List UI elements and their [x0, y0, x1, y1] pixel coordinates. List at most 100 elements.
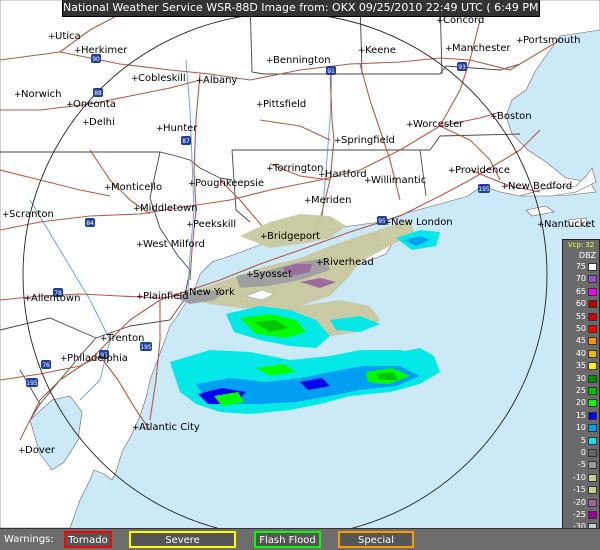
- legend-row: 30: [563, 374, 599, 384]
- legend-value: 5: [580, 435, 586, 445]
- warning-toggle-severe-thunderstorm[interactable]: Severe Thunderstorm: [129, 531, 236, 548]
- legend-value: 0: [580, 448, 586, 457]
- city-name: West Milford: [143, 239, 205, 250]
- city-label: + Springfield: [334, 135, 395, 146]
- legend-row: 50: [563, 324, 599, 334]
- legend-swatch: [588, 411, 597, 420]
- city-name: Atlantic City: [139, 422, 200, 433]
- city-label: + New London: [384, 217, 453, 228]
- legend-value: 35: [575, 361, 586, 371]
- legend-value: 65: [575, 286, 586, 296]
- highway-shield-icon: 195: [478, 184, 490, 193]
- legend-row: -10: [563, 473, 599, 483]
- city-label: + Nantucket: [537, 219, 595, 230]
- legend-row: 40: [563, 349, 599, 359]
- legend-value: 40: [575, 348, 586, 358]
- warnings-label: Warnings:: [4, 534, 54, 545]
- city-label: + Portsmouth: [516, 35, 581, 46]
- city-name: Trenton: [106, 333, 144, 344]
- city-name: Oneonta: [73, 99, 116, 110]
- legend-value: -20: [572, 497, 586, 507]
- city-name: Torrington: [272, 163, 323, 174]
- legend-row: -20: [563, 498, 599, 508]
- svg-text:88: 88: [94, 90, 102, 97]
- city-name: Providence: [455, 165, 510, 176]
- warning-toggle-flash-flood[interactable]: Flash Flood: [254, 531, 321, 548]
- city-label: + Bennington: [266, 55, 331, 66]
- legend-swatch: [588, 436, 597, 445]
- legend-row: -15: [563, 485, 599, 495]
- city-name: Hunter: [163, 123, 198, 134]
- city-label: + New Bedford: [501, 181, 572, 192]
- radar-map[interactable]: 90 88 91 93 87 195 84 95 78 195 76 95 19…: [0, 0, 600, 528]
- legend-swatch: [588, 399, 597, 408]
- legend-row: -25: [563, 510, 599, 520]
- city-name: Peekskill: [193, 219, 236, 230]
- city-label: + Poughkeepsie: [188, 178, 264, 189]
- legend-swatch: [588, 473, 597, 482]
- city-label: + New York: [182, 287, 235, 298]
- legend-swatch: [588, 349, 597, 358]
- svg-text:93: 93: [458, 64, 466, 71]
- city-label: + Boston: [490, 111, 532, 122]
- legend-value: 30: [575, 373, 586, 383]
- legend-swatch: [588, 287, 597, 296]
- city-name: Portsmouth: [523, 35, 581, 46]
- city-name: Poughkeepsie: [195, 178, 264, 189]
- legend-row: 70: [563, 274, 599, 284]
- city-label: + Dover: [18, 445, 56, 456]
- legend-unit: DBZ: [578, 251, 596, 260]
- city-label: + Worcester: [406, 119, 464, 130]
- legend-row: 75: [563, 262, 599, 272]
- legend-swatch: [588, 498, 597, 507]
- city-name: Cobleskill: [138, 73, 186, 84]
- legend-row: 10: [563, 423, 599, 433]
- city-name: Boston: [497, 111, 532, 122]
- city-name: Willimantic: [371, 175, 426, 186]
- warning-toggle-special-marine[interactable]: Special Marine: [338, 531, 414, 548]
- legend-swatch: [588, 511, 597, 519]
- legend-value: 15: [575, 410, 586, 420]
- city-label: + Oneonta: [66, 99, 116, 110]
- city-label: + Peekskill: [186, 219, 236, 230]
- city-label: + Willimantic: [364, 175, 426, 186]
- legend-row: 65: [563, 287, 599, 297]
- legend-value: -5: [578, 460, 586, 470]
- legend-swatch: [588, 449, 597, 457]
- city-name: New Bedford: [508, 181, 572, 192]
- legend-swatch: [588, 300, 597, 309]
- city-label: + Manchester: [445, 43, 511, 54]
- city-label: + West Milford: [136, 239, 205, 250]
- city-name: Syosset: [253, 269, 292, 280]
- city-label: + Providence: [448, 165, 510, 176]
- legend-swatch: [588, 486, 597, 495]
- legend-row: 15: [563, 411, 599, 421]
- radar-viewer: 90 88 91 93 87 195 84 95 78 195 76 95 19…: [0, 0, 600, 550]
- city-name: Herkimer: [81, 45, 128, 56]
- city-name: Manchester: [452, 43, 511, 54]
- legend-swatch: [588, 362, 597, 371]
- legend-value: 75: [575, 262, 586, 271]
- legend-value: 25: [575, 386, 586, 395]
- legend-swatch: [588, 424, 597, 433]
- city-label: + Utica: [48, 31, 81, 42]
- legend-row: 60: [563, 299, 599, 309]
- svg-text:195: 195: [140, 344, 152, 351]
- warning-toggle-tornado[interactable]: Tornado: [64, 531, 112, 548]
- city-name: Keene: [365, 45, 396, 56]
- city-label: + Norwich: [14, 89, 62, 100]
- highway-shield-icon: 93: [457, 62, 467, 71]
- city-label: + Atlantic City: [132, 422, 200, 433]
- legend-value: 50: [575, 324, 586, 333]
- city-name: Meriden: [311, 195, 352, 206]
- legend-value: 60: [575, 299, 586, 309]
- legend-swatch: [588, 337, 597, 346]
- legend-value: 10: [575, 423, 586, 433]
- svg-text:90: 90: [92, 56, 100, 63]
- city-name: Pittsfield: [263, 99, 306, 110]
- legend-value: 55: [575, 311, 586, 321]
- highway-shield-icon: 195: [26, 378, 38, 387]
- city-label: + Meriden: [304, 195, 352, 206]
- city-label: + Cobleskill: [131, 73, 186, 84]
- legend-row: 20: [563, 398, 599, 408]
